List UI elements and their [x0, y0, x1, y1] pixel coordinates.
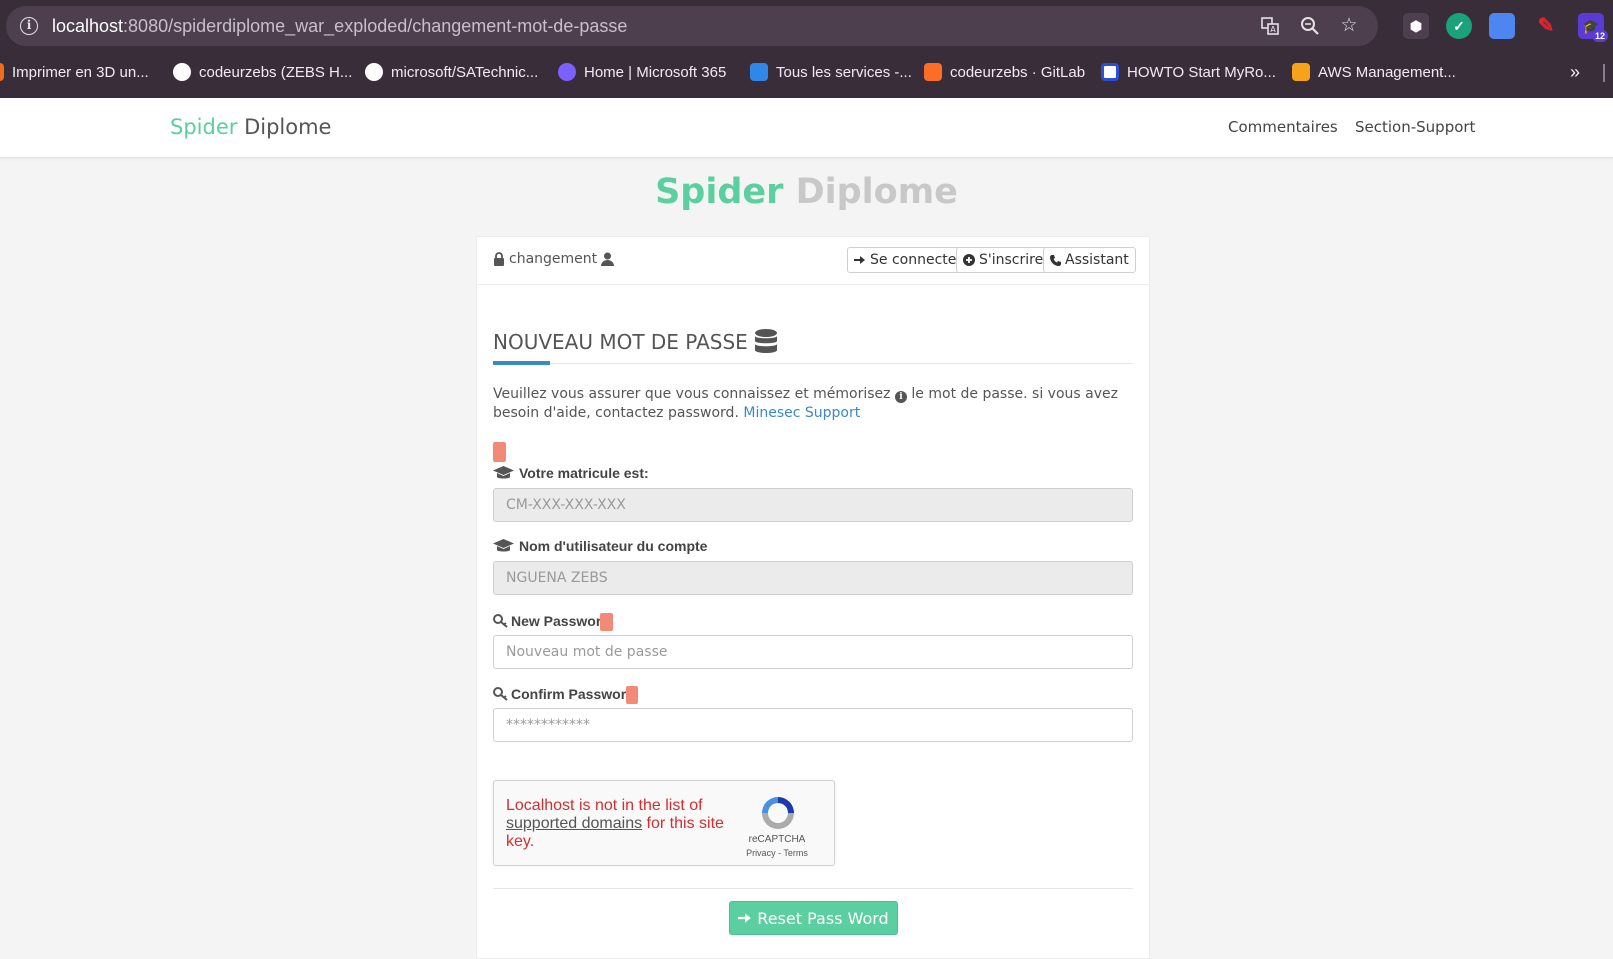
github-icon: [173, 63, 191, 81]
myro-icon: [1101, 63, 1119, 81]
bookmark-item[interactable]: codeurzebs (ZEBS H...: [173, 60, 352, 84]
translate-icon[interactable]: A: [1258, 14, 1282, 38]
bookmark-item[interactable]: Imprimer en 3D un...: [0, 60, 149, 84]
extension-badge: 12: [1591, 30, 1608, 42]
nav-link-section-support[interactable]: Section-Support: [1355, 118, 1475, 136]
recaptcha-logo-icon: [762, 797, 794, 829]
register-button[interactable]: S'inscrire: [956, 247, 1051, 273]
bookmark-item[interactable]: codeurzebs · GitLab: [924, 60, 1085, 84]
brand-logo[interactable]: Spider Diplome: [170, 115, 331, 139]
browser-chrome: i localhost:8080/spiderdiplome_war_explo…: [0, 0, 1613, 98]
new-password-field[interactable]: [493, 635, 1133, 669]
bookmarks-separator: [1603, 64, 1605, 82]
matricule-field[interactable]: [493, 488, 1133, 522]
privacy-link[interactable]: Privacy: [746, 848, 776, 858]
address-bar[interactable]: i localhost:8080/spiderdiplome_war_explo…: [6, 6, 1378, 46]
bookmarks-bar: Imprimer en 3D un... codeurzebs (ZEBS H.…: [0, 56, 1613, 88]
lock-icon: [494, 252, 504, 266]
database-icon: [754, 329, 777, 353]
page-title: Spider Diplome: [655, 172, 958, 212]
card-header: changement Se connecter S'inscrire Assis…: [477, 237, 1149, 285]
bookmark-item[interactable]: HOWTO Start MyRo...: [1101, 60, 1276, 84]
bookmark-item[interactable]: microsoft/SATechnic...: [365, 60, 538, 84]
aws-icon: [1292, 63, 1310, 81]
bookmark-item[interactable]: Tous les services -...: [750, 60, 912, 84]
section-accent-bar: [493, 361, 550, 365]
phone-icon: [1050, 254, 1061, 266]
zoom-icon[interactable]: [1298, 14, 1322, 38]
extension-cap-icon[interactable]: 🎓 12: [1578, 13, 1608, 42]
azure-icon: [750, 63, 768, 81]
bookmark-star-icon[interactable]: ☆: [1337, 14, 1361, 38]
extension-shield-icon[interactable]: ✓: [1446, 13, 1472, 39]
supported-domains-link[interactable]: supported domains: [506, 815, 642, 832]
new-password-error-indicator: [600, 613, 613, 631]
key-icon: [493, 687, 508, 701]
info-icon: i: [894, 391, 907, 403]
recaptcha-label: reCAPTCHA: [748, 834, 806, 845]
login-button[interactable]: Se connecter: [847, 247, 970, 273]
url-text[interactable]: localhost:8080/spiderdiplome_war_explode…: [52, 16, 627, 37]
bookmark-item[interactable]: Home | Microsoft 365: [558, 60, 726, 84]
bookmark-orange-icon: [0, 63, 4, 81]
extension-hex-icon[interactable]: ⬢: [1403, 13, 1429, 39]
site-info-icon[interactable]: i: [20, 17, 38, 35]
key-icon: [493, 614, 508, 628]
confirm-password-error-indicator: [626, 686, 638, 704]
breadcrumb: changement: [493, 251, 615, 267]
recaptcha-error-message: Localhost is not in the list of supporte…: [506, 797, 724, 850]
sign-in-icon: [854, 256, 865, 264]
bookmarks-overflow-icon[interactable]: »: [1570, 60, 1580, 84]
confirm-password-field[interactable]: [493, 708, 1133, 742]
github-icon: [365, 63, 383, 81]
breadcrumb-label: changement: [509, 251, 598, 267]
recaptcha-widget[interactable]: Localhost is not in the list of supporte…: [493, 780, 835, 866]
section-title: NOUVEAU MOT DE PASSE: [493, 329, 778, 355]
password-card: changement Se connecter S'inscrire Assis…: [476, 236, 1150, 959]
instructions-text: Veuillez vous assurer que vous connaisse…: [493, 386, 1118, 421]
nav-link-commentaires[interactable]: Commentaires: [1228, 118, 1338, 136]
bookmark-item[interactable]: AWS Management...: [1292, 60, 1456, 84]
section-divider: [493, 363, 1133, 364]
microsoft365-icon: [558, 63, 576, 81]
username-label: Nom d'utilisateur du compte: [493, 538, 707, 554]
gitlab-icon: [924, 63, 942, 81]
confirm-password-label: Confirm Password: [493, 686, 635, 702]
new-password-label: New Password: [493, 613, 610, 629]
extension-docs-icon[interactable]: [1489, 13, 1515, 39]
recaptcha-links: Privacy - Terms: [746, 848, 808, 858]
sign-in-icon: [738, 913, 752, 923]
matricule-label: Votre matricule est:: [493, 465, 649, 481]
site-navbar: Spider Diplome Commentaires Section-Supp…: [0, 98, 1613, 158]
graduation-cap-icon: [493, 539, 514, 552]
reset-password-button[interactable]: Reset Pass Word: [729, 901, 898, 935]
graduation-cap-icon: [493, 466, 514, 479]
extension-pen-icon[interactable]: ✎: [1533, 13, 1559, 39]
terms-link[interactable]: Terms: [783, 848, 808, 858]
svg-text:A: A: [1270, 25, 1276, 34]
support-link[interactable]: Minesec Support: [743, 405, 860, 421]
user-icon: [601, 252, 615, 266]
plus-circle-icon: [963, 254, 975, 266]
username-field[interactable]: [493, 561, 1133, 595]
assistant-button[interactable]: Assistant: [1043, 247, 1136, 273]
form-footer-divider: [493, 888, 1133, 889]
error-indicator: [493, 442, 506, 462]
